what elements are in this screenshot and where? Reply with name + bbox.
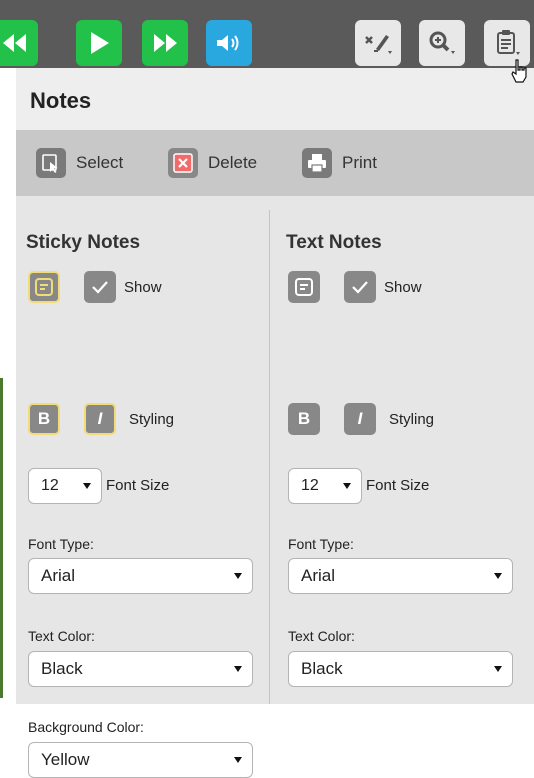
speaker-icon — [215, 32, 243, 54]
sticky-bg-color-value: Yellow — [41, 750, 90, 769]
delete-icon — [168, 148, 198, 178]
text-font-type-select[interactable]: Arial — [288, 558, 513, 594]
chevron-down-icon — [83, 483, 91, 489]
text-styling-label: Styling — [389, 411, 435, 428]
sticky-text-color-select[interactable]: Black — [28, 651, 253, 687]
text-show-label: Show — [384, 279, 422, 296]
left-edge — [0, 68, 16, 704]
italic-icon: I — [357, 409, 363, 428]
checkmark-icon — [352, 281, 368, 294]
clipboard-icon — [491, 28, 523, 58]
text-text-color-label: Text Color: — [288, 628, 355, 644]
sticky-font-type-select[interactable]: Arial — [28, 558, 253, 594]
sticky-show-label: Show — [124, 279, 162, 296]
sticky-note-icon — [35, 278, 53, 296]
text-text-color-select[interactable]: Black — [288, 651, 513, 687]
select-button[interactable]: Select — [36, 146, 123, 180]
sticky-note-icon-button[interactable] — [28, 271, 60, 303]
sticky-font-size-select[interactable]: 12 — [28, 468, 102, 504]
chevron-down-icon — [234, 666, 242, 672]
text-font-type-label: Font Type: — [288, 536, 354, 552]
delete-button[interactable]: Delete — [168, 146, 257, 180]
fast-forward-icon — [150, 32, 180, 54]
play-button[interactable] — [76, 20, 122, 66]
text-bold-button[interactable]: B — [288, 403, 320, 435]
sticky-bg-color-select[interactable]: Yellow — [28, 742, 253, 778]
zoom-button[interactable] — [419, 20, 465, 66]
rewind-button[interactable] — [0, 20, 38, 66]
page-edge-strip — [0, 378, 3, 698]
italic-icon: I — [97, 409, 103, 428]
play-icon — [88, 31, 110, 55]
sticky-notes-title: Sticky Notes — [26, 232, 141, 253]
column-divider — [269, 210, 270, 704]
print-button[interactable]: Print — [302, 146, 377, 180]
zoom-in-icon — [426, 29, 458, 57]
text-note-icon-button[interactable] — [288, 271, 320, 303]
text-italic-button[interactable]: I — [344, 403, 376, 435]
hand-cursor-icon — [510, 58, 530, 89]
audio-button[interactable] — [206, 20, 252, 66]
rewind-icon — [0, 32, 30, 54]
chevron-down-icon — [234, 757, 242, 763]
pen-tools-icon — [362, 29, 394, 57]
sticky-styling-label: Styling — [129, 411, 175, 428]
chevron-down-icon — [494, 666, 502, 672]
printer-icon — [302, 148, 332, 178]
sticky-text-color-value: Black — [41, 659, 83, 678]
chevron-down-icon — [234, 573, 242, 579]
select-label: Select — [76, 153, 124, 172]
sticky-italic-button[interactable]: I — [84, 403, 116, 435]
chevron-down-icon — [494, 573, 502, 579]
sticky-font-size-label: Font Size — [106, 477, 170, 494]
text-font-size-label: Font Size — [366, 477, 430, 494]
sticky-font-type-label: Font Type: — [28, 536, 94, 552]
print-label: Print — [342, 153, 377, 172]
text-font-size-select[interactable]: 12 — [288, 468, 362, 504]
text-show-checkbox[interactable] — [344, 271, 376, 303]
panel-header: Notes — [16, 68, 534, 130]
text-notes-title: Text Notes — [286, 232, 382, 253]
fast-forward-button[interactable] — [142, 20, 188, 66]
sticky-bold-button[interactable]: B — [28, 403, 60, 435]
delete-label: Delete — [208, 153, 258, 172]
select-icon — [36, 148, 66, 178]
sticky-bg-color-label: Background Color: — [28, 719, 144, 735]
sticky-font-size-value: 12 — [41, 477, 59, 494]
checkmark-icon — [92, 281, 108, 294]
bold-icon: B — [297, 409, 311, 428]
sticky-show-checkbox[interactable] — [84, 271, 116, 303]
notes-panel: Notes Select Delete Print Sticky Notes S… — [16, 68, 534, 778]
bold-icon: B — [37, 409, 51, 428]
sticky-font-type-value: Arial — [41, 566, 76, 585]
annotate-button[interactable] — [355, 20, 401, 66]
text-note-icon — [295, 278, 313, 296]
text-font-type-value: Arial — [301, 566, 336, 585]
panel-title: Notes — [30, 88, 92, 113]
chevron-down-icon — [343, 483, 351, 489]
notes-action-bar: Select Delete Print — [16, 130, 534, 196]
text-text-color-value: Black — [301, 659, 343, 678]
sticky-text-color-label: Text Color: — [28, 628, 95, 644]
text-font-size-value: 12 — [301, 477, 319, 494]
